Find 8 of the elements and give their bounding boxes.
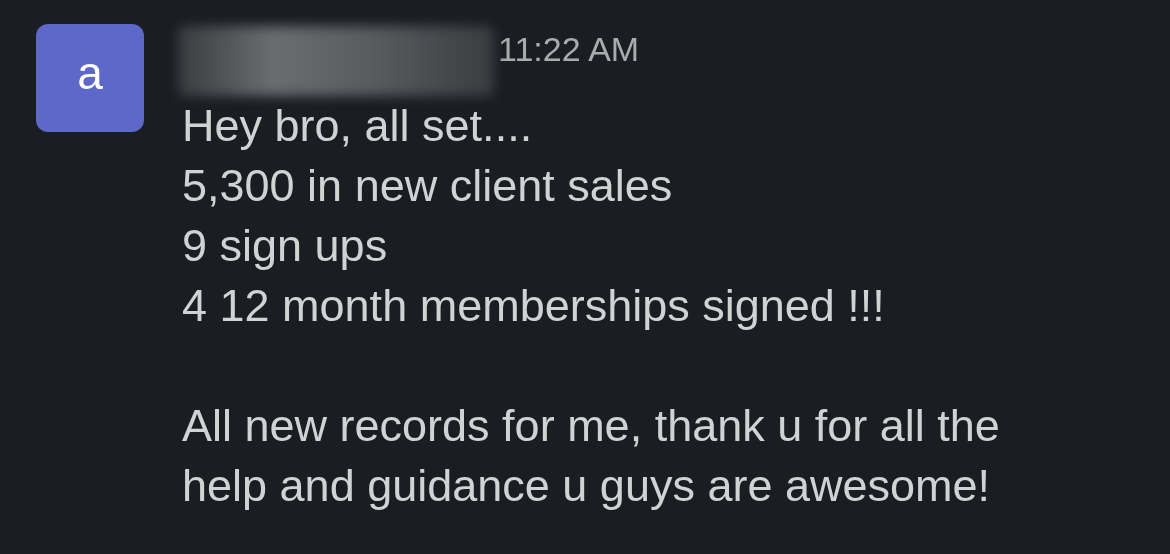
message-line: All new records for me, thank u for all the bbox=[182, 399, 1000, 453]
message-line: 9 sign ups bbox=[182, 219, 389, 273]
message-line: help and guidance u guys are awesome! bbox=[182, 459, 992, 513]
message-time: 11:22 AM bbox=[498, 29, 640, 69]
message-line: 4 12 month memberships signed !!! bbox=[182, 279, 886, 333]
message-line: 5,300 in new client sales bbox=[182, 159, 674, 213]
message-line: Hey bro, all set.... bbox=[182, 99, 534, 153]
user-avatar[interactable]: a bbox=[36, 24, 144, 132]
